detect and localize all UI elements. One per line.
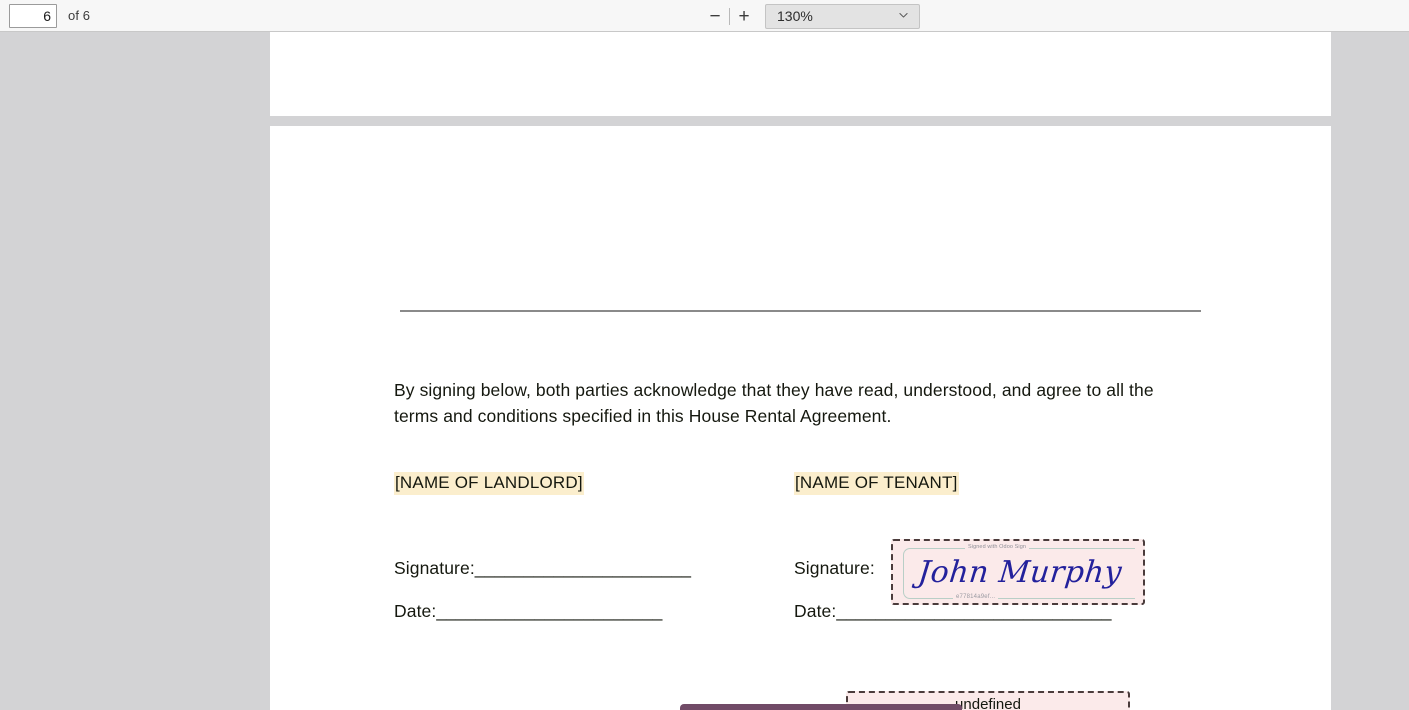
document-page-previous [270, 32, 1331, 116]
zoom-level-value: 130% [777, 8, 813, 24]
zoom-out-button[interactable]: − [702, 3, 728, 29]
validate-and-send-button[interactable]: Validate & Send Completed Document [680, 704, 962, 710]
landlord-signature-line: Signature:______________________ [394, 558, 692, 578]
document-page-current: By signing below, both parties acknowled… [270, 126, 1331, 710]
page-number-input[interactable] [9, 3, 57, 28]
section-divider-rule [400, 310, 1201, 312]
tenant-signature-label: Signature: [794, 558, 875, 578]
chevron-down-icon [899, 12, 908, 18]
page-navigation: of 6 [0, 0, 90, 31]
page-count-label: of 6 [68, 8, 91, 23]
tenant-date-label: Date: [794, 601, 837, 621]
landlord-date-line: Date:_______________________ [394, 601, 663, 621]
signature-hash-label: e77814a9ef... [953, 594, 999, 600]
tenant-signature-stamp[interactable]: Signed with Odoo Sign John Murphy e77814… [891, 539, 1145, 605]
zoom-controls: − + 130% [702, 0, 920, 32]
pdf-viewer-canvas[interactable]: By signing below, both parties acknowled… [0, 32, 1409, 710]
tenant-name-placeholder: [NAME OF TENANT] [794, 472, 959, 495]
zoom-in-button[interactable]: + [731, 3, 757, 29]
acknowledgement-paragraph: By signing below, both parties acknowled… [394, 380, 1154, 426]
pdf-viewer-toolbar: of 6 − + 130% [0, 0, 1409, 32]
landlord-name-placeholder: [NAME OF LANDLORD] [394, 472, 584, 495]
zoom-level-select[interactable]: 130% [765, 3, 920, 29]
tenant-signature-value: John Murphy [916, 555, 1124, 590]
toolbar-divider [729, 7, 730, 25]
